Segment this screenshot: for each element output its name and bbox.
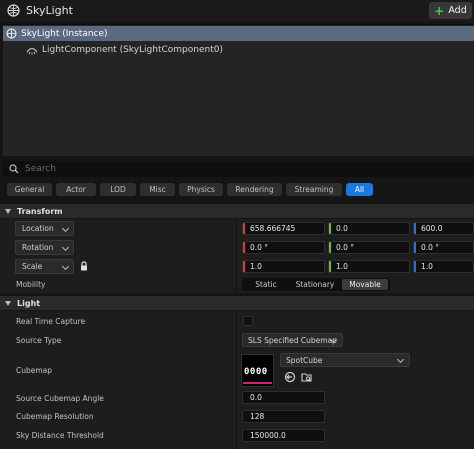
chevron-down-icon <box>61 262 70 271</box>
location-x-field[interactable]: 658.666745 <box>242 222 325 235</box>
sky-distance-threshold-label: Sky Distance Threshold <box>16 431 104 440</box>
rotation-x-field[interactable]: 0.0 ° <box>242 241 325 254</box>
mobility-label: Mobility <box>16 280 46 289</box>
rotation-x-value: 0.0 ° <box>250 243 269 252</box>
search-icon <box>9 164 19 174</box>
use-selected-icon[interactable] <box>284 371 296 383</box>
chevron-down-icon <box>61 224 70 233</box>
source-type-value: SLS Specified Cubemap <box>248 335 337 345</box>
tab-all[interactable]: All <box>346 183 373 196</box>
rotation-label: Rotation <box>22 243 54 252</box>
column-divider <box>236 219 237 293</box>
light-section-header[interactable]: Light <box>0 296 474 310</box>
plus-icon: + <box>434 3 445 18</box>
actor-title: SkyLight <box>26 4 73 17</box>
search-input[interactable]: Search <box>3 161 474 177</box>
scale-x-value: 1.0 <box>250 262 262 271</box>
tab-lod[interactable]: LOD <box>100 183 136 196</box>
light-rows <box>0 311 474 449</box>
scale-y-field[interactable]: 1.0 <box>328 260 410 273</box>
cubemap-resolution-value: 128 <box>250 412 265 421</box>
scale-z-value: 1.0 <box>421 262 433 271</box>
cubemap-resolution-label: Cubemap Resolution <box>16 412 94 421</box>
tree-item-skylight-instance[interactable]: SkyLight (Instance) <box>3 26 474 41</box>
source-type-dropdown[interactable]: SLS Specified Cubemap <box>242 333 343 347</box>
rotation-mode-dropdown[interactable]: Rotation <box>15 240 74 255</box>
scale-mode-dropdown[interactable]: Scale <box>15 259 74 274</box>
section-title: Transform <box>17 206 63 216</box>
sky-distance-threshold-value: 150000.0 <box>250 431 286 440</box>
rotation-z-field[interactable]: 0.0 ° <box>413 241 474 254</box>
tree-item-label: SkyLight (Instance) <box>21 28 108 39</box>
rotation-z-value: 0.0 ° <box>421 243 440 252</box>
location-mode-dropdown[interactable]: Location <box>15 221 74 236</box>
scale-x-field[interactable]: 1.0 <box>242 260 325 273</box>
add-component-button[interactable]: + Add <box>429 2 472 19</box>
tree-item-light-component[interactable]: LightComponent (SkyLightComponent0) <box>3 43 474 57</box>
search-placeholder: Search <box>25 164 56 174</box>
location-z-field[interactable]: 600.0 <box>413 222 474 235</box>
source-cubemap-angle-value: 0.0 <box>250 393 262 402</box>
mobility-toggle: Static Stationary Movable <box>242 278 390 291</box>
skylight-component-icon <box>26 47 38 55</box>
asset-type-color-bar <box>243 382 272 384</box>
chevron-down-icon <box>61 243 70 252</box>
transform-section-header[interactable]: Transform <box>0 204 474 218</box>
location-z-value: 600.0 <box>421 224 443 233</box>
details-header: SkyLight + Add <box>0 0 474 22</box>
collapse-arrow-icon <box>5 208 11 214</box>
tab-streaming[interactable]: Streaming <box>286 183 342 196</box>
column-divider <box>236 311 237 449</box>
actor-icon <box>6 28 17 39</box>
rotation-y-value: 0.0 ° <box>336 243 355 252</box>
add-button-label: Add <box>448 5 467 16</box>
location-label: Location <box>22 224 54 233</box>
rotation-y-field[interactable]: 0.0 ° <box>328 241 410 254</box>
location-y-field[interactable]: 0.0 <box>328 222 410 235</box>
component-tree: SkyLight (Instance) LightComponent (SkyL… <box>3 24 474 156</box>
cubemap-resolution-field[interactable]: 128 <box>242 410 325 423</box>
tab-misc[interactable]: Misc <box>140 183 175 196</box>
chevron-down-icon <box>396 355 405 364</box>
mobility-static-option[interactable]: Static <box>244 279 288 290</box>
tab-rendering[interactable]: Rendering <box>227 183 282 196</box>
mobility-movable-option[interactable]: Movable <box>342 279 388 290</box>
source-type-label: Source Type <box>16 336 62 345</box>
location-y-value: 0.0 <box>336 224 348 233</box>
source-cubemap-angle-label: Source Cubemap Angle <box>16 394 104 403</box>
real-time-capture-label: Real Time Capture <box>16 317 86 326</box>
tree-item-label: LightComponent (SkyLightComponent0) <box>42 45 223 55</box>
tab-actor[interactable]: Actor <box>56 183 96 196</box>
browse-asset-icon[interactable] <box>301 371 313 383</box>
cubemap-thumbnail[interactable]: 0000 <box>241 354 274 387</box>
sky-distance-threshold-field[interactable]: 150000.0 <box>242 429 325 442</box>
scale-z-field[interactable]: 1.0 <box>413 260 474 273</box>
skylight-icon <box>7 4 20 17</box>
real-time-capture-checkbox[interactable] <box>243 316 253 326</box>
source-cubemap-angle-field[interactable]: 0.0 <box>242 391 325 404</box>
mobility-stationary-option[interactable]: Stationary <box>290 279 340 290</box>
cubemap-thumbnail-text: 0000 <box>244 367 268 377</box>
tab-physics[interactable]: Physics <box>179 183 223 196</box>
collapse-arrow-icon <box>5 300 11 306</box>
cubemap-asset-dropdown[interactable]: SpotCube <box>280 353 410 367</box>
tab-general[interactable]: General <box>7 183 52 196</box>
scale-y-value: 1.0 <box>336 262 348 271</box>
section-title: Light <box>17 298 41 308</box>
lock-icon[interactable] <box>80 261 88 271</box>
cubemap-asset-value: SpotCube <box>286 355 323 365</box>
location-x-value: 658.666745 <box>250 224 296 233</box>
cubemap-label: Cubemap <box>16 366 53 375</box>
scale-label: Scale <box>22 262 43 271</box>
